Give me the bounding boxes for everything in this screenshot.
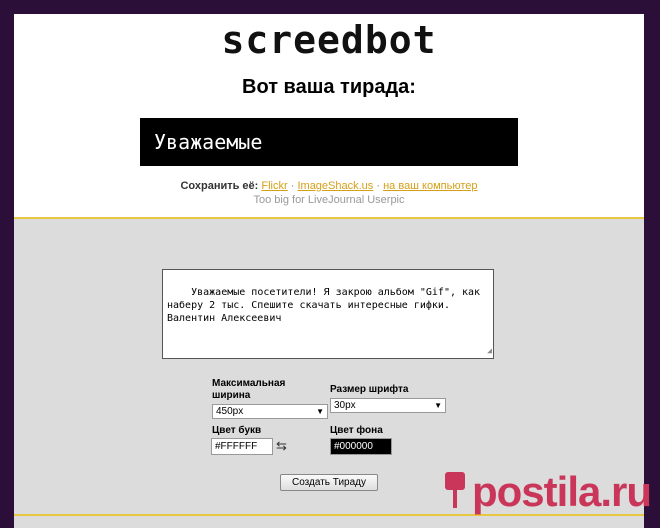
create-rant-button[interactable]: Создать Тираду [280, 474, 378, 491]
result-section: screedbot Вот ваша тирада: Уважаемые Сох… [14, 14, 644, 219]
max-width-select[interactable]: 450px ▼ [212, 404, 328, 419]
rant-text-value: Уважаемые посетители! Я закрою альбом "G… [167, 287, 487, 324]
bg-color-input[interactable]: #000000 [330, 438, 392, 455]
site-logo[interactable]: screedbot [14, 18, 644, 62]
download-link[interactable]: на ваш компьютер [383, 180, 477, 192]
imageshack-link[interactable]: ImageShack.us [297, 180, 373, 192]
save-links: Сохранить её: Flickr · ImageShack.us · н… [14, 180, 644, 192]
font-size-value: 30px [334, 400, 356, 411]
font-size-label: Размер шрифта [330, 384, 409, 395]
flickr-link[interactable]: Flickr [261, 180, 287, 192]
watermark: postila.ru [440, 468, 652, 516]
page-frame: screedbot Вот ваша тирада: Уважаемые Сох… [14, 14, 644, 528]
chevron-down-icon: ▼ [434, 401, 442, 410]
pin-icon [445, 472, 465, 508]
save-prefix: Сохранить её: [180, 180, 259, 192]
resize-handle-icon[interactable]: ◢ [487, 344, 492, 357]
max-width-value: 450px [216, 406, 244, 417]
swap-colors-icon[interactable]: ⇆ [276, 438, 287, 454]
separator: · [290, 180, 295, 192]
text-color-input[interactable]: #FFFFFF [211, 438, 273, 455]
max-width-label: Максимальная ширина [212, 378, 286, 401]
bg-color-label: Цвет фона [330, 425, 383, 436]
rant-text-input[interactable]: Уважаемые посетители! Я закрою альбом "G… [162, 269, 494, 359]
chevron-down-icon: ▼ [316, 407, 324, 416]
text-color-label: Цвет букв [212, 425, 262, 436]
generated-banner-image: Уважаемые [140, 118, 518, 166]
result-heading: Вот ваша тирада: [242, 76, 416, 98]
font-size-select[interactable]: 30px ▼ [330, 398, 446, 413]
banner-text: Уважаемые [154, 130, 263, 154]
text-color-value: #FFFFFF [215, 441, 258, 452]
bg-color-value: #000000 [334, 441, 373, 452]
userpic-note: Too big for LiveJournal Userpic [253, 194, 405, 206]
watermark-text: postila.ru [472, 468, 652, 515]
separator: · [376, 180, 381, 192]
